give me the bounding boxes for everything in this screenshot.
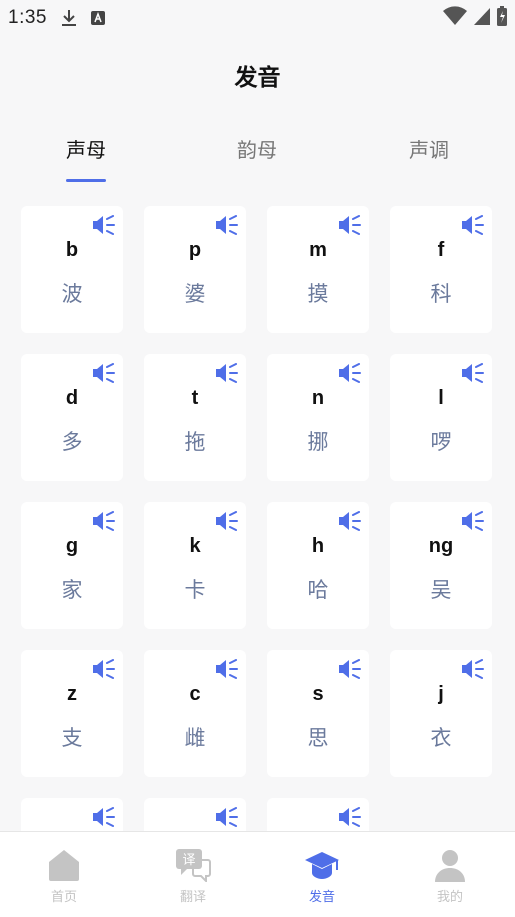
phoneme-letter: h: [311, 535, 325, 557]
phoneme-card[interactable]: n挪: [267, 354, 369, 481]
translate-icon: 译: [175, 848, 211, 884]
phoneme-card[interactable]: [267, 798, 369, 831]
nav-pronunciation[interactable]: 发音: [258, 832, 386, 917]
phoneme-letter: l: [438, 387, 444, 409]
phoneme-letter: z: [67, 683, 77, 705]
example-character: 婆: [184, 282, 206, 306]
person-icon: [432, 848, 468, 882]
phoneme-letter: ng: [428, 535, 454, 557]
example-character: 波: [61, 282, 83, 306]
example-character: 雌: [184, 726, 206, 750]
phoneme-card[interactable]: p婆: [144, 206, 246, 333]
example-character: 哈: [307, 578, 329, 602]
nav-pronunciation-label: 发音: [308, 889, 335, 904]
tab-tones[interactable]: 声调: [369, 134, 489, 163]
home-icon: [46, 848, 82, 882]
example-character: 衣: [430, 726, 452, 750]
speaker-icon[interactable]: [215, 659, 239, 679]
example-character: 卡: [184, 578, 206, 602]
speaker-icon[interactable]: [338, 215, 362, 235]
phoneme-letter: p: [188, 239, 202, 261]
speaker-icon[interactable]: [461, 215, 485, 235]
phoneme-letter: t: [191, 387, 199, 409]
phoneme-card[interactable]: z支: [21, 650, 123, 777]
keyboard-app-icon: [90, 11, 105, 25]
phoneme-letter: n: [311, 387, 325, 409]
phoneme-letter: b: [65, 239, 79, 261]
example-character: 拖: [184, 430, 206, 454]
example-character: 挪: [307, 430, 329, 454]
speaker-icon[interactable]: [92, 511, 116, 531]
signal-icon: [473, 6, 491, 31]
phoneme-letter: f: [437, 239, 445, 261]
example-character: 思: [307, 726, 329, 750]
page-title: 发音: [234, 64, 281, 90]
nav-translate[interactable]: 译 翻译: [129, 832, 257, 917]
phoneme-card[interactable]: t拖: [144, 354, 246, 481]
speaker-icon[interactable]: [461, 363, 485, 383]
speaker-icon[interactable]: [338, 659, 362, 679]
example-character: 多: [61, 430, 83, 454]
phoneme-card[interactable]: l啰: [390, 354, 492, 481]
phoneme-letter: k: [189, 535, 201, 557]
example-character: 家: [61, 578, 83, 602]
nav-profile-label: 我的: [436, 889, 463, 904]
speaker-icon[interactable]: [92, 363, 116, 383]
download-icon: [61, 9, 77, 27]
tab-bar: 声母 韵母 声调: [0, 134, 515, 184]
nav-home-label: 首页: [50, 889, 77, 904]
example-character: 吴: [430, 578, 452, 602]
phoneme-card[interactable]: d多: [21, 354, 123, 481]
speaker-icon[interactable]: [215, 511, 239, 531]
phoneme-card[interactable]: m摸: [267, 206, 369, 333]
phoneme-card[interactable]: [21, 798, 123, 831]
translate-icon-glyph: 译: [182, 853, 195, 868]
speaker-icon[interactable]: [338, 807, 362, 827]
phoneme-letter: d: [65, 387, 79, 409]
phoneme-card[interactable]: f科: [390, 206, 492, 333]
example-character: 啰: [430, 430, 452, 454]
battery-icon: [497, 6, 507, 31]
phoneme-card[interactable]: s思: [267, 650, 369, 777]
speaker-icon[interactable]: [92, 659, 116, 679]
status-time: 1:35: [8, 7, 47, 28]
status-bar: 1:35: [0, 0, 515, 36]
status-right: [443, 6, 507, 31]
nav-profile[interactable]: 我的: [386, 832, 514, 917]
graduation-cap-icon: [304, 848, 340, 882]
phoneme-card[interactable]: c雌: [144, 650, 246, 777]
speaker-icon[interactable]: [461, 659, 485, 679]
phoneme-card[interactable]: j衣: [390, 650, 492, 777]
nav-translate-label: 翻译: [179, 889, 206, 904]
phoneme-card[interactable]: b波: [21, 206, 123, 333]
speaker-icon[interactable]: [92, 807, 116, 827]
example-character: 摸: [307, 282, 329, 306]
speaker-icon[interactable]: [461, 511, 485, 531]
speaker-icon[interactable]: [92, 215, 116, 235]
speaker-icon[interactable]: [338, 511, 362, 531]
nav-home[interactable]: 首页: [0, 832, 128, 917]
speaker-icon[interactable]: [338, 363, 362, 383]
phoneme-letter: g: [65, 535, 79, 557]
tab-finals[interactable]: 韵母: [197, 134, 317, 163]
phoneme-card[interactable]: h哈: [267, 502, 369, 629]
tab-initials[interactable]: 声母: [26, 134, 146, 163]
pronunciation-grid: b 波 p 婆 m 摸 f 科 d 多 t 拖 n 挪 l 啰 g 家 k 卡 h 哈 ng 吴 z 支 c 雌 s 思 j 衣: [0, 206, 515, 831]
phoneme-letter: m: [309, 239, 327, 261]
example-character: 科: [430, 282, 452, 306]
phoneme-card[interactable]: [144, 798, 246, 831]
phoneme-letter: c: [189, 683, 201, 705]
phoneme-card[interactable]: ng 吴: [390, 502, 492, 629]
phoneme-card[interactable]: g家: [21, 502, 123, 629]
example-character: 支: [61, 726, 83, 750]
bottom-navigation: 首页 译 翻译 发音 我的: [0, 831, 515, 917]
active-tab-indicator: [66, 179, 106, 182]
phoneme-card[interactable]: k卡: [144, 502, 246, 629]
speaker-icon[interactable]: [215, 215, 239, 235]
phoneme-letter: j: [438, 683, 444, 705]
speaker-icon[interactable]: [215, 363, 239, 383]
phoneme-letter: s: [312, 683, 324, 705]
speaker-icon[interactable]: [215, 807, 239, 827]
wifi-icon: [443, 6, 467, 31]
